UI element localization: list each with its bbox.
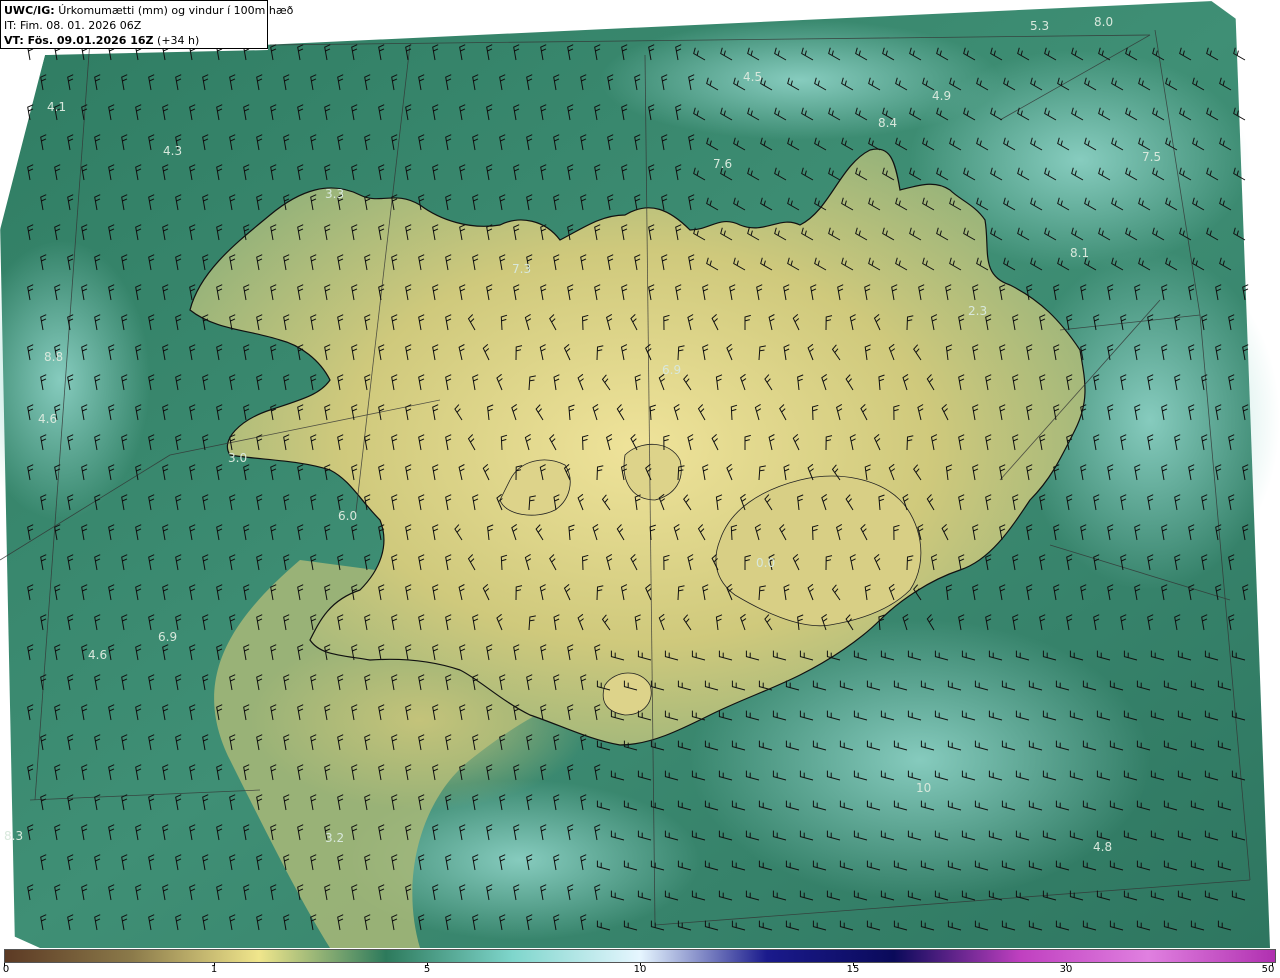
product-description: Úrkomumætti (mm) og vindur í 100m hæð xyxy=(58,4,294,17)
value-label: 6.0 xyxy=(338,509,357,523)
precipitation-wind-map: 5.3 8.0 4.5 4.9 4.1 4.3 7.6 3.3 8.4 7.5 … xyxy=(0,0,1280,948)
colorbar-strip xyxy=(4,949,1276,963)
product-code: UWC/IG: xyxy=(4,4,55,17)
issue-time: IT: Fim. 08. 01. 2026 06Z xyxy=(4,19,142,32)
colorbar-tick-label: 0 xyxy=(2,964,10,975)
valid-offset: (+34 h) xyxy=(157,34,200,47)
value-label: 8.4 xyxy=(878,116,897,130)
value-label: 4.1 xyxy=(47,100,66,114)
value-label: 0.0 xyxy=(756,556,775,570)
value-label: 7.5 xyxy=(1142,150,1161,164)
valid-time-row: VT: Fös. 09.01.2026 16Z (+34 h) xyxy=(4,33,264,48)
value-label: 6.9 xyxy=(158,630,177,644)
value-label: 3.3 xyxy=(325,187,344,201)
value-label: 4.3 xyxy=(163,144,182,158)
value-label: 2.3 xyxy=(968,304,987,318)
value-label: 5.3 xyxy=(1030,19,1049,33)
value-label: 4.6 xyxy=(38,412,57,426)
wet-zone-north xyxy=(600,20,1000,140)
weather-map-figure: 5.3 8.0 4.5 4.9 4.1 4.3 7.6 3.3 8.4 7.5 … xyxy=(0,0,1280,978)
value-label: 8.8 xyxy=(44,350,63,364)
value-label: 4.6 xyxy=(88,648,107,662)
value-label: 3.0 xyxy=(228,451,247,465)
value-label: 3.2 xyxy=(325,831,344,845)
value-label: 8.0 xyxy=(1094,15,1113,29)
value-label: 4.5 xyxy=(743,70,762,84)
value-label: 8.3 xyxy=(4,829,23,843)
colorbar-tick-label: 15 xyxy=(846,964,860,975)
title-row: UWC/IG: Úrkomumætti (mm) og vindur í 100… xyxy=(4,3,293,18)
colorbar-tick-label: 30 xyxy=(1059,964,1073,975)
colorbar-tick-label: 5 xyxy=(423,964,431,975)
value-label: 10 xyxy=(916,781,931,795)
map-title-box: UWC/IG: Úrkomumætti (mm) og vindur í 100… xyxy=(0,0,293,49)
value-label: 8.1 xyxy=(1070,246,1089,260)
value-label: 7.6 xyxy=(713,157,732,171)
colorbar: 0 1 5 10 15 30 50 xyxy=(0,948,1280,978)
value-label: 6.9 xyxy=(662,363,681,377)
value-label: 4.8 xyxy=(1093,840,1112,854)
glacier-myrdalsjokull xyxy=(602,672,652,716)
colorbar-tick-label: 10 xyxy=(633,964,647,975)
colorbar-tick-label: 1 xyxy=(210,964,218,975)
value-label: 7.3 xyxy=(512,262,531,276)
colorbar-tick-label: 50 xyxy=(1261,964,1275,975)
value-label: 4.9 xyxy=(932,89,951,103)
valid-time: VT: Fös. 09.01.2026 16Z xyxy=(4,34,154,47)
